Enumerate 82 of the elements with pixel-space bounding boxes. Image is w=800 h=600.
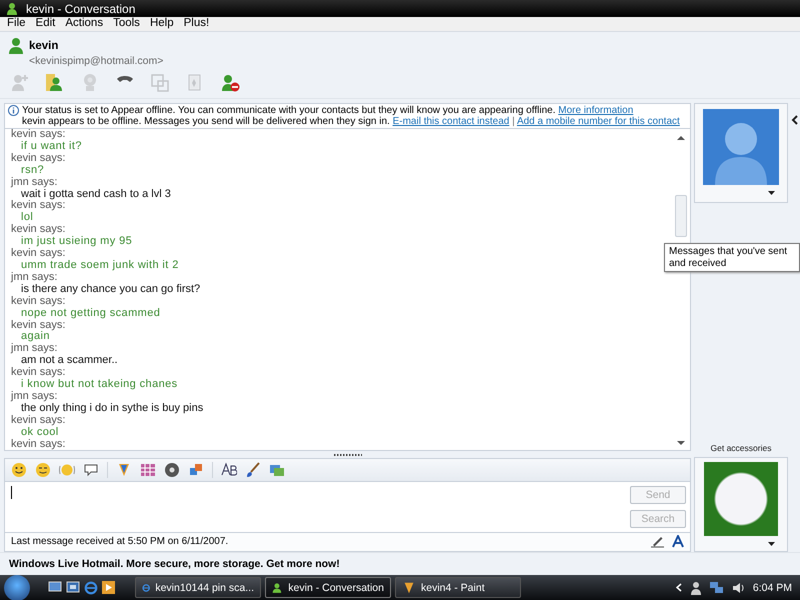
message-text: rsn? bbox=[20, 164, 45, 177]
status-text: Last message received at 5:50 PM on 6/11/2007. bbox=[11, 536, 230, 548]
tooltip: Messages that you've sent and received bbox=[664, 243, 800, 272]
email-contact-link[interactable]: E-mail this contact instead bbox=[392, 116, 510, 127]
add-mobile-link[interactable]: Add a mobile number for this contact bbox=[516, 116, 680, 127]
speaker-icon[interactable] bbox=[732, 582, 745, 594]
disc-icon[interactable] bbox=[164, 462, 180, 478]
more-information-link[interactable]: More information bbox=[558, 105, 634, 116]
menu-item[interactable]: Edit bbox=[30, 17, 60, 31]
task-label: kevin - Conversation bbox=[288, 582, 384, 594]
menu-item[interactable]: Plus! bbox=[178, 17, 214, 31]
sender-label: kevin says: bbox=[11, 414, 66, 427]
windows-icon[interactable] bbox=[66, 580, 80, 592]
font-icon[interactable] bbox=[221, 462, 237, 478]
person-icon bbox=[8, 37, 26, 55]
offline-notice: kevin appears to be offline. Messages you send will be delivered when they sign in. E-mail this contact instead | Add a mobile number for this contact bbox=[22, 116, 680, 127]
sender-label: kevin says: bbox=[11, 224, 66, 236]
taskbar-button[interactable]: kevin4 - Paint bbox=[395, 577, 521, 598]
menu-item[interactable]: Help bbox=[144, 17, 179, 31]
person-icon[interactable] bbox=[690, 580, 702, 594]
menu-item[interactable]: File bbox=[2, 17, 31, 31]
taskbar-button[interactable]: kevin - Conversation bbox=[265, 577, 391, 598]
message-text: i know but not takeing chanes bbox=[20, 379, 179, 391]
message-text: am not a scammer.. bbox=[20, 355, 119, 367]
start-button[interactable] bbox=[4, 574, 30, 600]
dropdown-arrow-icon[interactable] bbox=[768, 542, 774, 546]
contact-email: <kevinispimp@hotmail.com> bbox=[29, 55, 164, 67]
sender-label: kevin says: bbox=[11, 129, 66, 141]
resize-grip-icon[interactable] bbox=[334, 454, 362, 456]
get-accessories-link[interactable]: Get accessories bbox=[694, 442, 788, 453]
pen-icon[interactable] bbox=[651, 535, 664, 548]
task-label: kevin10144 pin sca... bbox=[155, 582, 254, 594]
text-cursor bbox=[11, 486, 12, 499]
sender-label: kevin says: bbox=[11, 152, 66, 165]
message-text: if u want it? bbox=[20, 140, 83, 153]
scroll-up-icon[interactable] bbox=[677, 134, 685, 142]
menu-item[interactable]: Tools bbox=[108, 17, 145, 31]
desktop-icon[interactable] bbox=[48, 580, 62, 592]
sender-label: jmn says: bbox=[11, 343, 58, 356]
nudge-icon[interactable] bbox=[59, 462, 75, 478]
messenger-icon bbox=[272, 580, 284, 594]
sender-label: kevin says: bbox=[11, 320, 66, 331]
smiley-icon[interactable] bbox=[11, 462, 27, 478]
font-icon[interactable] bbox=[672, 535, 684, 548]
link-separator: | bbox=[512, 116, 515, 127]
network-icon[interactable] bbox=[710, 582, 724, 594]
play-icon[interactable] bbox=[102, 580, 115, 594]
sender-label: jmn says: bbox=[11, 272, 58, 284]
task-label: kevin4 - Paint bbox=[421, 582, 485, 594]
message-text: is there any chance you can go first? bbox=[20, 284, 202, 296]
dropdown-arrow-icon[interactable] bbox=[768, 191, 774, 195]
message-text: wait i gotta send cash to a lvl 3 bbox=[20, 188, 172, 200]
taskbar-button[interactable]: kevin10144 pin sca... bbox=[135, 577, 261, 598]
status-notice: Your status is set to Appear offline. You can communicate with your contacts but they will know you are appearing offline. More information bbox=[22, 105, 634, 116]
sender-label: jmn says: bbox=[11, 176, 58, 189]
speech-icon[interactable] bbox=[83, 462, 99, 478]
message-text: ok cool bbox=[20, 426, 60, 439]
scroll-down-icon[interactable] bbox=[677, 439, 685, 448]
menu-item[interactable]: Actions bbox=[60, 17, 108, 31]
sender-label: kevin says: bbox=[11, 200, 66, 212]
wink-icon[interactable] bbox=[35, 462, 51, 478]
globe-icon[interactable] bbox=[84, 580, 98, 594]
message-text: nope not getting scammed bbox=[20, 308, 162, 320]
message-text: again bbox=[20, 331, 50, 343]
block-icon[interactable] bbox=[220, 72, 240, 92]
sender-label: kevin says: bbox=[11, 296, 66, 308]
sender-label: kevin says: bbox=[11, 438, 66, 450]
chevron-left-icon[interactable] bbox=[676, 583, 682, 592]
message-text: lol bbox=[20, 212, 34, 224]
message-text: im just usieing my 95 bbox=[20, 236, 134, 248]
scrollbar-thumb[interactable] bbox=[675, 194, 687, 237]
sender-label: jmn says: bbox=[11, 390, 58, 403]
contact-name: kevin bbox=[29, 40, 58, 52]
window-title: kevin - Conversation bbox=[26, 2, 136, 16]
people-icon[interactable] bbox=[45, 72, 65, 92]
blocks-icon[interactable] bbox=[188, 462, 204, 478]
photo-placeholder[interactable] bbox=[704, 462, 778, 536]
messenger-icon bbox=[6, 2, 20, 16]
sender-label: kevin says: bbox=[11, 367, 66, 379]
message-text: the only thing i do in sythe is buy pins bbox=[20, 402, 204, 415]
clock-time: 6:04 PM bbox=[752, 582, 792, 594]
grid-icon[interactable] bbox=[140, 462, 156, 478]
